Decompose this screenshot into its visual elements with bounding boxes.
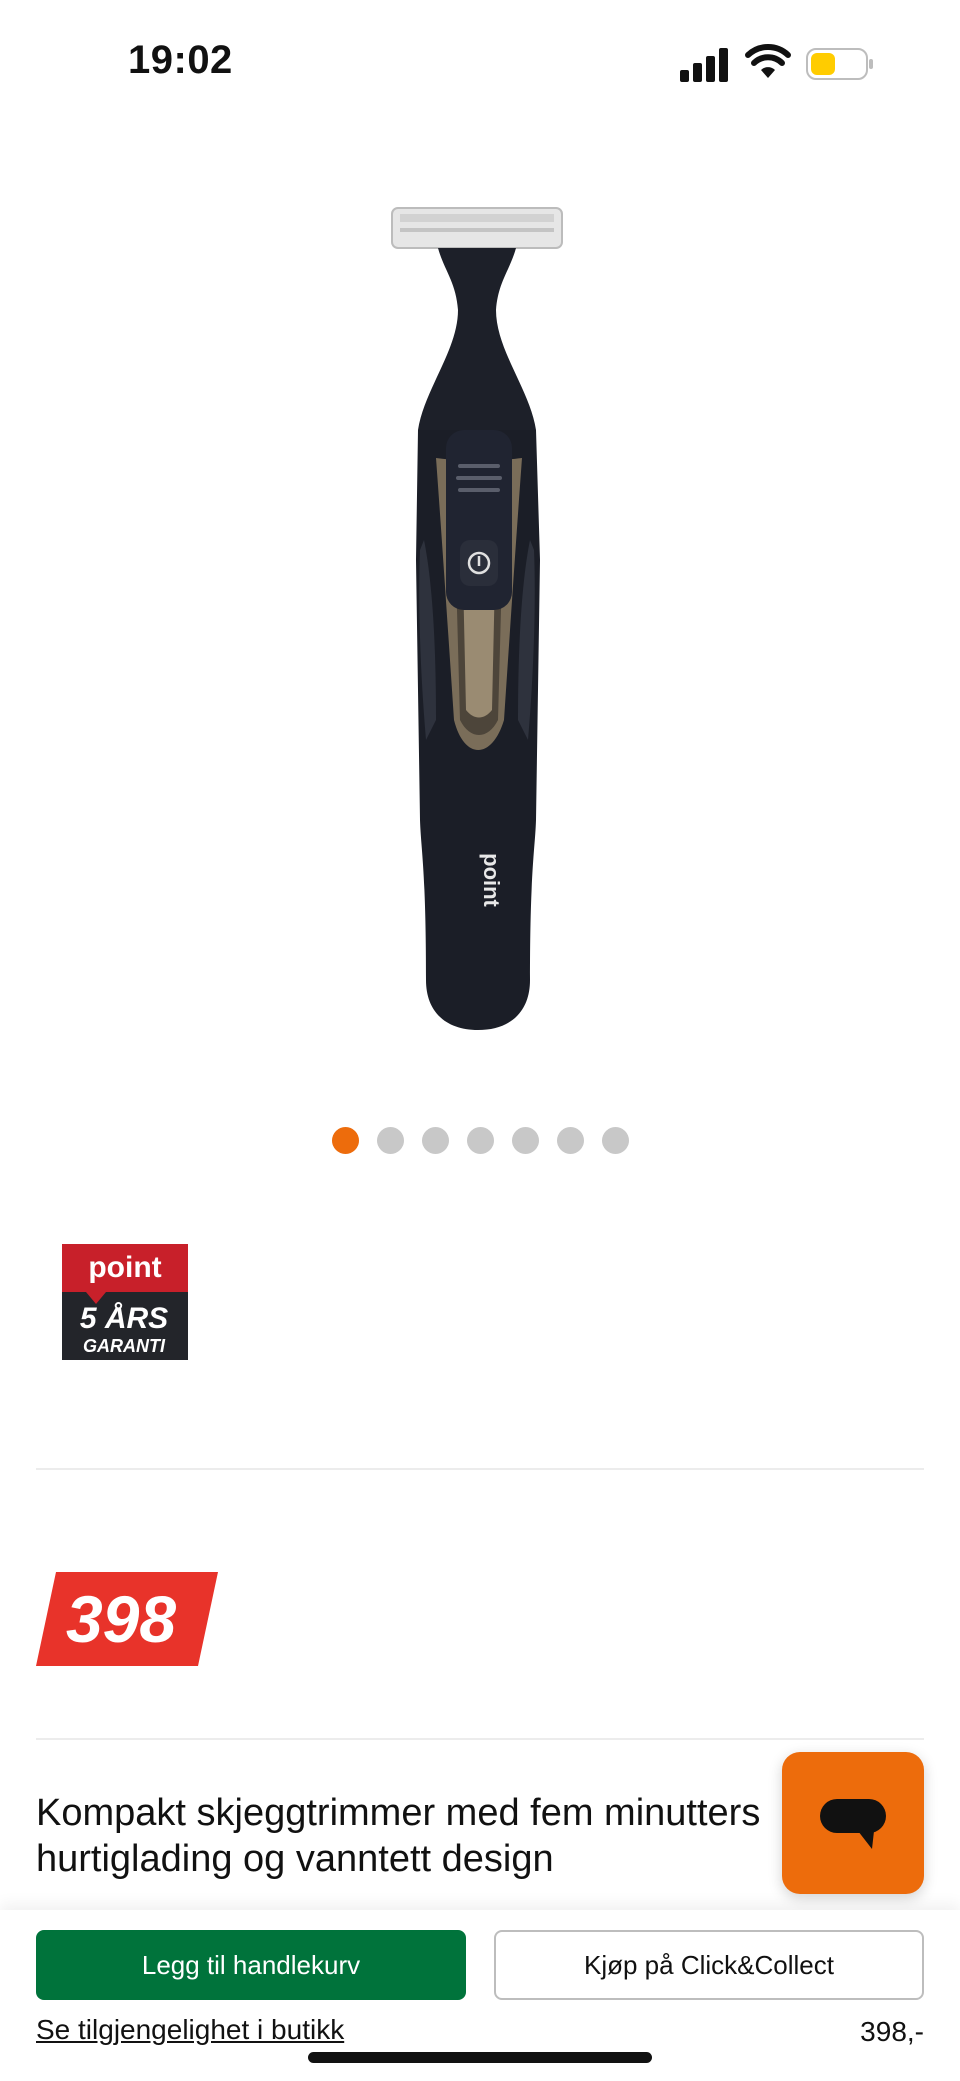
warranty-badge: point 5 ÅRS GARANTI	[62, 1244, 188, 1360]
chat-icon	[820, 1799, 886, 1849]
click-collect-button[interactable]: Kjøp på Click&Collect	[494, 1930, 924, 2000]
pagination-dot[interactable]	[511, 1127, 539, 1154]
status-time: 19:02	[128, 38, 233, 82]
pagination-dot[interactable]	[601, 1127, 629, 1154]
price-value: 398	[65, 1582, 177, 1656]
price-tag: 398	[36, 1572, 218, 1666]
footer-price: 398,-	[860, 2016, 924, 2047]
product-title: Kompakt skjeggtrimmer med fem minutters …	[36, 1792, 761, 1880]
wifi-icon	[745, 44, 791, 78]
warranty-years: 5 ÅRS	[80, 1302, 168, 1335]
divider	[36, 1738, 924, 1740]
warranty-brand: point	[88, 1251, 161, 1284]
product-image-brand: point	[479, 853, 504, 907]
product-image[interactable]: point	[380, 200, 580, 1040]
chat-button[interactable]	[782, 1752, 924, 1894]
status-bar: 19:02	[0, 0, 960, 120]
pagination-dot[interactable]	[331, 1127, 359, 1154]
pagination-dot[interactable]	[556, 1127, 584, 1154]
image-pagination	[0, 1127, 960, 1157]
add-to-cart-button[interactable]: Legg til handlekurv	[36, 1930, 466, 2000]
cellular-signal-icon	[680, 48, 728, 82]
battery-icon	[806, 48, 873, 80]
warranty-label: GARANTI	[83, 1336, 166, 1356]
pagination-dot[interactable]	[376, 1127, 404, 1154]
divider	[36, 1468, 924, 1470]
store-availability-link[interactable]: Se tilgjengelighet i butikk	[36, 2014, 344, 2046]
pagination-dot[interactable]	[421, 1127, 449, 1154]
pagination-dot[interactable]	[466, 1127, 494, 1154]
home-indicator	[308, 2052, 652, 2063]
